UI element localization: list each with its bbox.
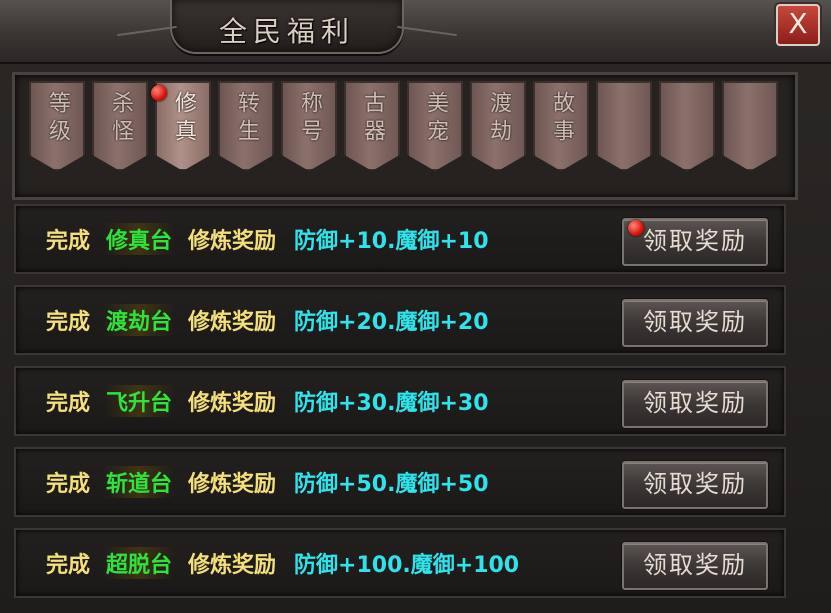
reward-description: 完成 斩道台 修炼奖励 防御+50.魔御+50 (46, 466, 489, 498)
tab-label: 等级 (45, 91, 70, 147)
tab-label: 美宠 (423, 91, 448, 147)
tab-label: 修真 (171, 91, 196, 147)
claim-reward-button[interactable]: 领取奖励 (622, 542, 768, 590)
done-text: 完成 (46, 553, 91, 578)
tab-title[interactable]: 称号 (281, 81, 337, 171)
reward-label: 修炼奖励 (188, 553, 277, 578)
reward-description: 完成 渡劫台 修炼奖励 防御+20.魔御+20 (46, 304, 489, 336)
reward-label: 修炼奖励 (188, 310, 277, 335)
claim-notification-dot (628, 220, 644, 236)
stage-name: 飞升台 (104, 385, 175, 417)
tab-notification-dot (151, 85, 167, 101)
tab-empty-3 (722, 81, 778, 171)
tab-rebirth[interactable]: 转生 (218, 81, 274, 171)
done-text: 完成 (46, 310, 91, 335)
claim-reward-button[interactable]: 领取奖励 (622, 299, 768, 347)
done-text: 完成 (46, 229, 91, 254)
reward-stats: 防御+100.魔御+100 (294, 553, 520, 578)
window-title: 全民福利 (218, 15, 355, 48)
tab-label: 故事 (549, 91, 574, 147)
window-titlebar: 全民福利 X (0, 0, 831, 64)
reward-row: 完成 斩道台 修炼奖励 防御+50.魔御+50 领取奖励 (14, 447, 786, 517)
tab-label: 称号 (297, 91, 322, 147)
close-button[interactable]: X (776, 4, 820, 46)
reward-row: 完成 飞升台 修炼奖励 防御+30.魔御+30 领取奖励 (14, 366, 786, 436)
reward-description: 完成 修真台 修炼奖励 防御+10.魔御+10 (46, 223, 489, 255)
title-plate: 全民福利 (170, 0, 404, 54)
reward-row: 完成 修真台 修炼奖励 防御+10.魔御+10 领取奖励 (14, 204, 786, 274)
reward-description: 完成 飞升台 修炼奖励 防御+30.魔御+30 (46, 385, 489, 417)
stage-name: 超脱台 (104, 547, 175, 579)
stage-name: 渡劫台 (104, 304, 175, 336)
tab-label: 杀怪 (108, 91, 133, 147)
reward-stats: 防御+30.魔御+30 (294, 391, 489, 416)
stage-name: 修真台 (104, 223, 175, 255)
done-text: 完成 (46, 391, 91, 416)
reward-stats: 防御+10.魔御+10 (294, 229, 489, 254)
tab-label: 古器 (360, 91, 385, 147)
tab-empty-2 (659, 81, 715, 171)
tab-kill[interactable]: 杀怪 (92, 81, 148, 171)
tab-empty-1 (596, 81, 652, 171)
reward-row: 完成 超脱台 修炼奖励 防御+100.魔御+100 领取奖励 (14, 528, 786, 598)
reward-label: 修炼奖励 (188, 391, 277, 416)
reward-description: 完成 超脱台 修炼奖励 防御+100.魔御+100 (46, 547, 520, 579)
tab-level[interactable]: 等级 (29, 81, 85, 171)
done-text: 完成 (46, 472, 91, 497)
tab-artifact[interactable]: 古器 (344, 81, 400, 171)
claim-reward-button[interactable]: 领取奖励 (622, 380, 768, 428)
reward-stats: 防御+50.魔御+50 (294, 472, 489, 497)
reward-label: 修炼奖励 (188, 472, 277, 497)
stage-name: 斩道台 (104, 466, 175, 498)
claim-reward-button[interactable]: 领取奖励 (622, 218, 768, 266)
tab-label: 转生 (234, 91, 259, 147)
claim-reward-button[interactable]: 领取奖励 (622, 461, 768, 509)
tab-pet[interactable]: 美宠 (407, 81, 463, 171)
tab-story[interactable]: 故事 (533, 81, 589, 171)
reward-stats: 防御+20.魔御+20 (294, 310, 489, 335)
tab-label: 渡劫 (486, 91, 511, 147)
reward-row: 完成 渡劫台 修炼奖励 防御+20.魔御+20 领取奖励 (14, 285, 786, 355)
category-tab-bar: 等级 杀怪 修真 转生 称号 古器 美宠 渡劫 故事 (12, 72, 798, 200)
close-icon: X (788, 7, 808, 40)
welfare-window: 全民福利 X 等级 杀怪 修真 转生 称号 古器 美宠 渡劫 故事 完成 修真台… (0, 0, 831, 613)
reward-label: 修炼奖励 (188, 229, 277, 254)
tab-tribulation[interactable]: 渡劫 (470, 81, 526, 171)
